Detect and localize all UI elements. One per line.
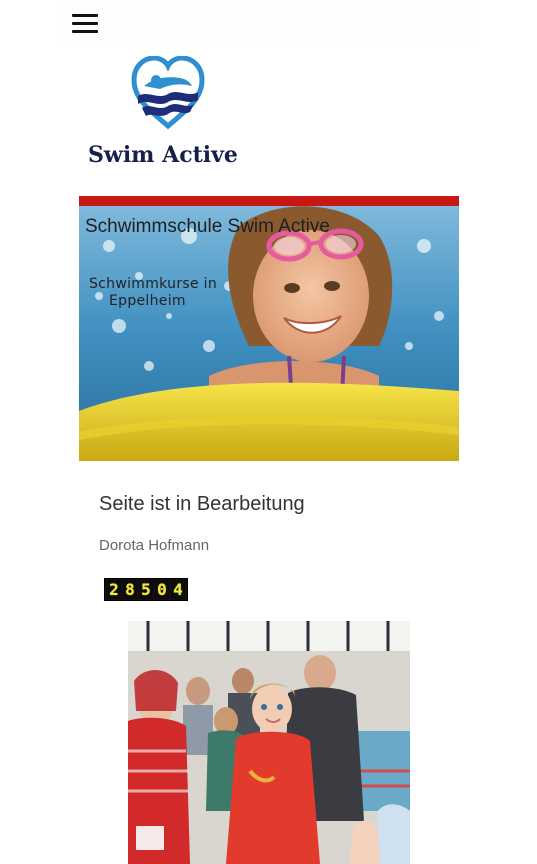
hero-photo-girl-swimming (79, 206, 459, 461)
hamburger-menu-icon[interactable] (72, 14, 98, 34)
visitor-counter: 2 8 5 0 4 (104, 578, 188, 601)
counter-digit: 8 (123, 580, 137, 599)
menu-line (72, 22, 98, 25)
counter-digit: 5 (139, 580, 153, 599)
hero-subtitle: Schwimmkurse in Eppelheim (89, 276, 217, 310)
hero-title: Schwimmschule Swim Active (85, 216, 330, 237)
hero-banner: Schwimmschule Swim Active Schwimmkurse i… (79, 196, 459, 461)
counter-digit: 0 (155, 580, 169, 599)
menu-line (72, 30, 98, 33)
menu-line (72, 14, 98, 17)
heart-swimmer-logo-icon (131, 56, 205, 130)
top-navigation-bar (58, 0, 480, 47)
counter-digit: 2 (107, 580, 121, 599)
pool-group-photo-image (128, 621, 410, 864)
hero-subtitle-line: Eppelheim (109, 293, 186, 309)
page-heading: Seite ist in Bearbeitung (99, 493, 305, 515)
hero-accent-bar (79, 196, 459, 206)
site-logo[interactable]: Swim Active (86, 56, 256, 174)
hero-subtitle-line: Schwimmkurse in (89, 276, 217, 292)
logo-text: Swim Active (88, 142, 238, 168)
swimming-pool-group-photo (128, 621, 410, 864)
counter-digit: 4 (171, 580, 185, 599)
author-name: Dorota Hofmann (99, 537, 210, 554)
